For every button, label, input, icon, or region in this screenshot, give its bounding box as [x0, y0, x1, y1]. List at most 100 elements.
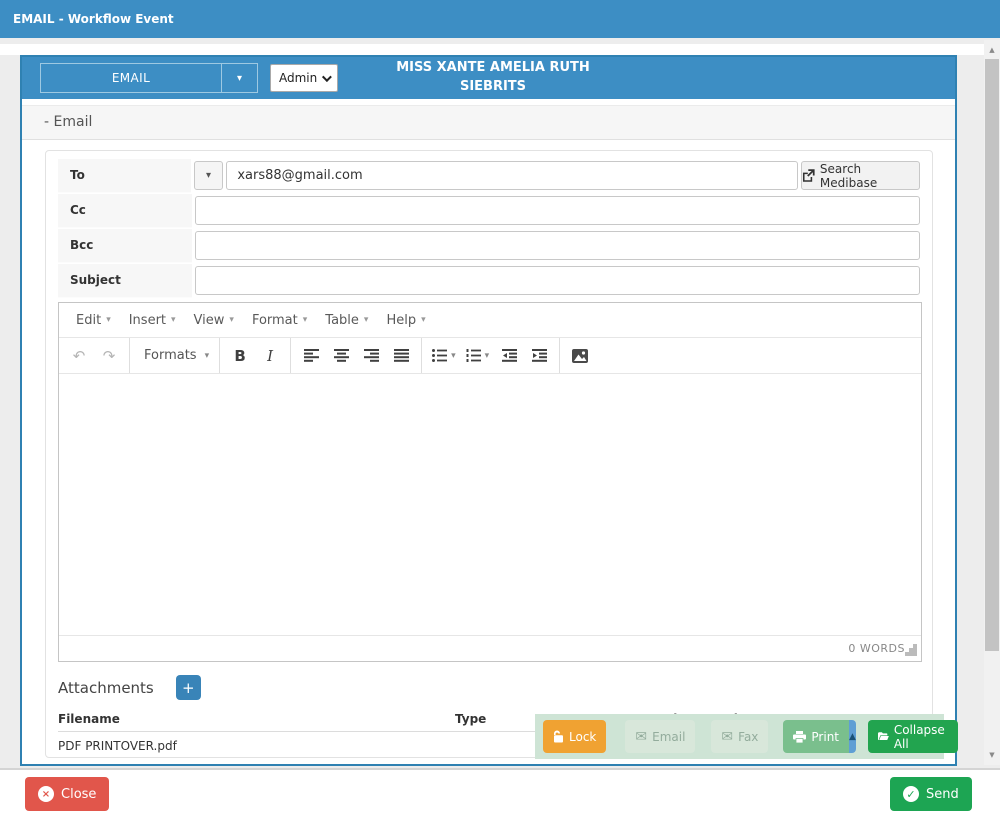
filename-header: Filename [58, 712, 120, 726]
chevron-down-icon: ▾ [451, 350, 456, 361]
align-center-button[interactable] [328, 343, 354, 369]
printer-icon [793, 730, 807, 743]
align-left-button[interactable] [298, 343, 324, 369]
resize-grip-icon[interactable] [909, 648, 913, 652]
chevron-down-icon: ▾ [106, 315, 111, 325]
menu-edit[interactable]: Edit ▾ [67, 313, 120, 328]
chevron-down-icon: ▾ [421, 315, 426, 325]
role-select[interactable]: Admin [270, 64, 338, 92]
editor-toolbar: ↶ ↷ Formats ▾ B I ▾ ▾ [59, 337, 921, 373]
menu-insert[interactable]: Insert ▾ [120, 313, 185, 328]
to-options-button[interactable]: ▾ [193, 161, 224, 190]
chevron-down-icon: ▾ [302, 315, 308, 325]
undo-button[interactable]: ↶ [66, 343, 92, 369]
bullet-list-button[interactable]: ▾ [429, 343, 459, 369]
email-panel: EMAIL ▾ Admin MISS XANTE AMELIA RUTH SIE… [20, 55, 957, 766]
editor-content[interactable] [59, 373, 921, 635]
fax-button[interactable]: ✉ Fax [711, 720, 769, 753]
envelope-icon: ✉ [721, 728, 734, 745]
chevron-down-icon: ▾ [484, 350, 490, 361]
insert-image-button[interactable] [567, 343, 593, 369]
cc-input[interactable] [195, 196, 920, 225]
menu-format[interactable]: Format ▾ [243, 313, 316, 328]
search-medibase-button[interactable]: Search Medibase [801, 161, 920, 190]
redo-icon: ↷ [102, 346, 116, 365]
numbered-list-button[interactable]: ▾ [463, 343, 493, 369]
dialog-footer: × Close ✓ Send [0, 770, 1000, 819]
circle-x-icon: × [38, 786, 54, 802]
indent-button[interactable] [526, 343, 552, 369]
email-button[interactable]: ✉ Email [625, 720, 696, 753]
menu-help[interactable]: Help ▾ [377, 313, 434, 328]
align-center-icon [333, 349, 349, 362]
collapse-all-button[interactable]: Collapse All [867, 720, 958, 753]
add-attachment-button[interactable]: + [175, 675, 201, 700]
subject-input[interactable] [195, 266, 920, 295]
bcc-label: Bcc [58, 228, 192, 263]
panel-header: EMAIL ▾ Admin MISS XANTE AMELIA RUTH SIE… [22, 57, 955, 99]
align-right-icon [363, 349, 379, 362]
scroll-up-icon[interactable]: ▲ [984, 42, 1000, 58]
scrollbar-thumb[interactable] [985, 59, 999, 651]
print-button[interactable]: Print [783, 720, 850, 753]
email-section-header[interactable]: - Email [22, 105, 955, 140]
outdent-button[interactable] [496, 343, 522, 369]
event-type-label: EMAIL [111, 71, 151, 85]
folder-open-icon [877, 732, 889, 740]
chevron-down-icon[interactable]: ▾ [221, 64, 257, 92]
rich-text-editor: Edit ▾ Insert ▾ View ▾ Format ▾ Table ▾ Help ▾… [58, 302, 922, 662]
action-toolbar: Lock ✉ Email ✉ Fax Print ▲ Collapse All [535, 714, 958, 759]
envelope-icon: ✉ [635, 728, 648, 745]
attachments-bar: Attachments + [58, 675, 920, 700]
editor-menubar: Edit ▾ Insert ▾ View ▾ Format ▾ Table ▾ Help ▾ [59, 303, 921, 337]
formats-dropdown[interactable]: Formats ▾ [137, 343, 212, 369]
vertical-scrollbar[interactable]: ▲ ▼ [984, 40, 1000, 765]
editor-statusbar: 0 WORDS [59, 635, 921, 661]
cc-row: Cc [58, 193, 920, 228]
image-icon [572, 348, 589, 363]
to-input[interactable] [226, 161, 799, 190]
align-right-button[interactable] [358, 343, 384, 369]
bcc-input[interactable] [195, 231, 920, 260]
send-button[interactable]: ✓ Send [890, 777, 972, 811]
cc-label: Cc [58, 193, 192, 228]
lock-button[interactable]: Lock [543, 720, 607, 753]
italic-button[interactable]: I [257, 343, 283, 369]
close-button[interactable]: × Close [25, 777, 110, 811]
dialog-title: EMAIL - Workflow Event [13, 12, 174, 26]
patient-name: MISS XANTE AMELIA RUTH SIEBRITS [396, 60, 590, 94]
chevron-up-icon: ▲ [849, 731, 856, 742]
unlock-icon [554, 730, 563, 743]
align-left-icon [303, 349, 319, 362]
align-justify-button[interactable] [388, 343, 414, 369]
bold-button[interactable]: B [227, 343, 253, 369]
role-select-value: Admin [279, 71, 318, 85]
outdent-icon [501, 349, 517, 362]
bullet-list-icon [432, 349, 448, 362]
menu-view[interactable]: View ▾ [185, 313, 243, 328]
chevron-down-icon: ▾ [229, 315, 234, 325]
email-section-title: - Email [44, 114, 93, 130]
chevron-down-icon [321, 71, 332, 82]
event-type-dropdown[interactable]: EMAIL ▾ [40, 63, 258, 93]
external-link-icon [803, 169, 815, 182]
to-row: To ▾ Search Medibase [58, 158, 920, 193]
chevron-down-icon: ▾ [204, 350, 210, 361]
subject-label: Subject [58, 263, 192, 298]
modal-top-strip [0, 44, 984, 55]
bcc-row: Bcc [58, 228, 920, 263]
print-options-button[interactable]: ▲ [849, 720, 856, 753]
align-justify-icon [393, 349, 409, 362]
menu-table[interactable]: Table ▾ [316, 313, 377, 328]
attachment-filename: PDF PRINTOVER.pdf [58, 739, 177, 753]
dialog-titlebar: EMAIL - Workflow Event [0, 0, 1000, 38]
redo-button[interactable]: ↷ [96, 343, 122, 369]
plus-icon: + [181, 678, 195, 697]
numbered-list-icon [466, 349, 481, 362]
indent-icon [531, 349, 547, 362]
circle-check-icon: ✓ [903, 786, 919, 802]
chevron-down-icon: ▾ [363, 315, 369, 325]
scroll-down-icon[interactable]: ▼ [984, 747, 1000, 763]
chevron-down-icon: ▾ [171, 315, 176, 325]
undo-icon: ↶ [72, 346, 86, 365]
